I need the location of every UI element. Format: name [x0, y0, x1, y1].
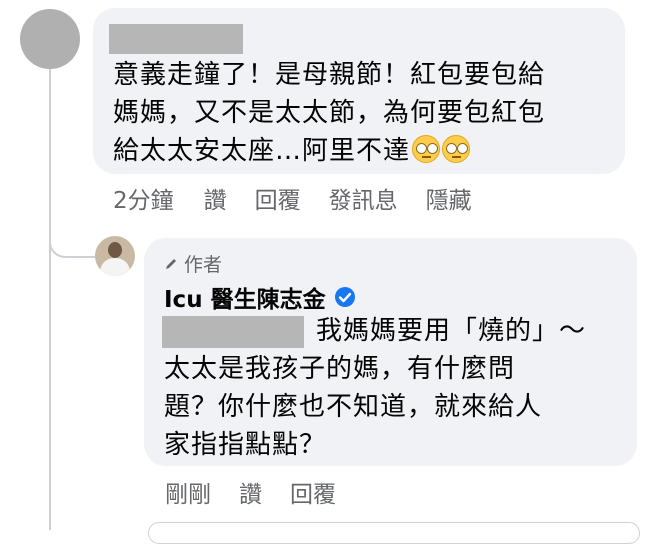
reply-actions: 剛剛 讚 回覆 — [165, 475, 364, 509]
thread-line — [49, 60, 51, 530]
reply-connector-line — [49, 206, 95, 258]
reply-author-name[interactable]: Icu 醫生陳志金 — [164, 280, 326, 314]
reply-timestamp[interactable]: 剛剛 — [165, 475, 211, 509]
author-badge: 作者 — [164, 250, 222, 277]
hide-button[interactable]: 隱藏 — [426, 181, 472, 215]
reply-button[interactable]: 回覆 — [255, 181, 301, 215]
comment-timestamp[interactable]: 2分鐘 — [113, 181, 174, 215]
like-button[interactable]: 讚 — [204, 181, 227, 215]
reply-author[interactable]: Icu 醫生陳志金 — [164, 280, 356, 314]
author-avatar[interactable] — [95, 236, 135, 276]
reply-input-box[interactable] — [148, 522, 640, 544]
reply-bubble: 作者 Icu 醫生陳志金 我媽媽要用「燒的」～ 太太是我孩子的媽，有什麼問 題？… — [144, 238, 637, 466]
comment-actions: 2分鐘 讚 回覆 發訊息 隱藏 — [113, 181, 500, 215]
face-with-rolling-eyes-icon — [442, 135, 471, 163]
pen-icon — [166, 258, 176, 269]
send-message-button[interactable]: 發訊息 — [329, 181, 398, 215]
redacted-commenter-name — [109, 24, 243, 54]
reply-like-button[interactable]: 讚 — [239, 475, 262, 509]
comment-text: 意義走鐘了！是母親節！紅包要包給 媽媽，又不是太太節，為何要包紅包 給太太安太座… — [113, 60, 546, 166]
commenter-avatar[interactable] — [20, 9, 80, 69]
author-badge-label: 作者 — [184, 254, 223, 276]
reply-reply-button[interactable]: 回覆 — [290, 475, 336, 509]
face-with-rolling-eyes-icon — [412, 135, 441, 163]
verified-badge-icon — [334, 287, 355, 307]
reply-text: 我媽媽要用「燒的」～ 太太是我孩子的媽，有什麼問 題？你什麼也不知道，就來給人 … — [164, 316, 587, 460]
comment-bubble: 意義走鐘了！是母親節！紅包要包給 媽媽，又不是太太節，為何要包紅包 給太太安太座… — [93, 8, 625, 174]
